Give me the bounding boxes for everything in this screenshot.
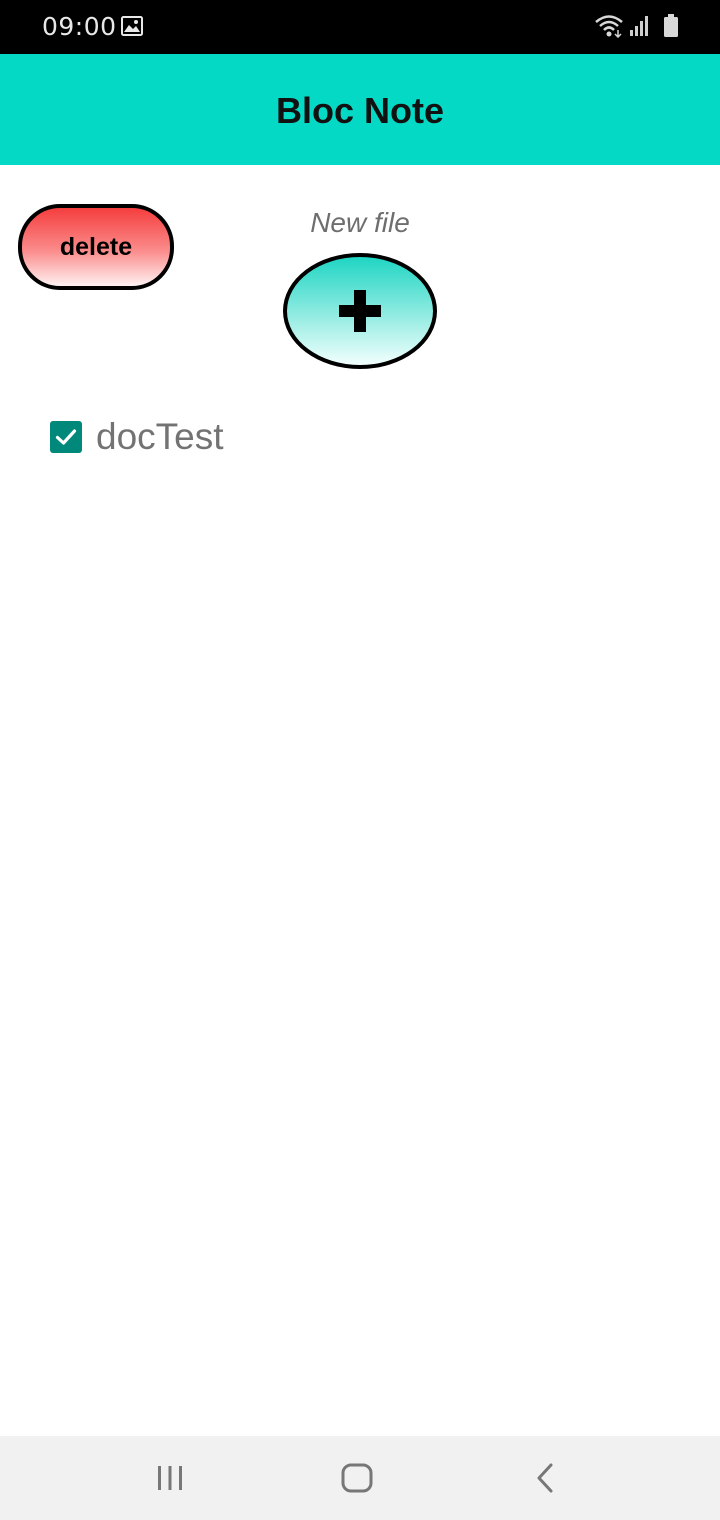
new-file-label: New file [310,207,410,238]
app-title: Bloc Note [275,90,444,131]
file-list-item[interactable]: docTest [50,412,224,462]
signal-icon [630,16,648,36]
status-bar: 09:00 [0,0,720,54]
wifi-icon [595,15,623,38]
battery-icon [664,14,678,37]
recents-icon[interactable] [154,1464,186,1492]
gallery-icon [121,16,143,36]
plus-icon [339,290,381,332]
app-bar: Bloc Note [0,54,720,165]
new-file-button[interactable] [283,253,437,369]
delete-button-label: delete [59,232,133,261]
delete-button[interactable]: delete [18,204,174,290]
home-icon[interactable] [340,1462,374,1494]
file-checkbox[interactable] [50,421,82,453]
file-name: docTest [96,416,224,457]
back-icon[interactable] [532,1462,558,1494]
navigation-bar [0,1436,720,1520]
check-icon [55,429,77,445]
status-time: 09:00 [42,12,117,41]
